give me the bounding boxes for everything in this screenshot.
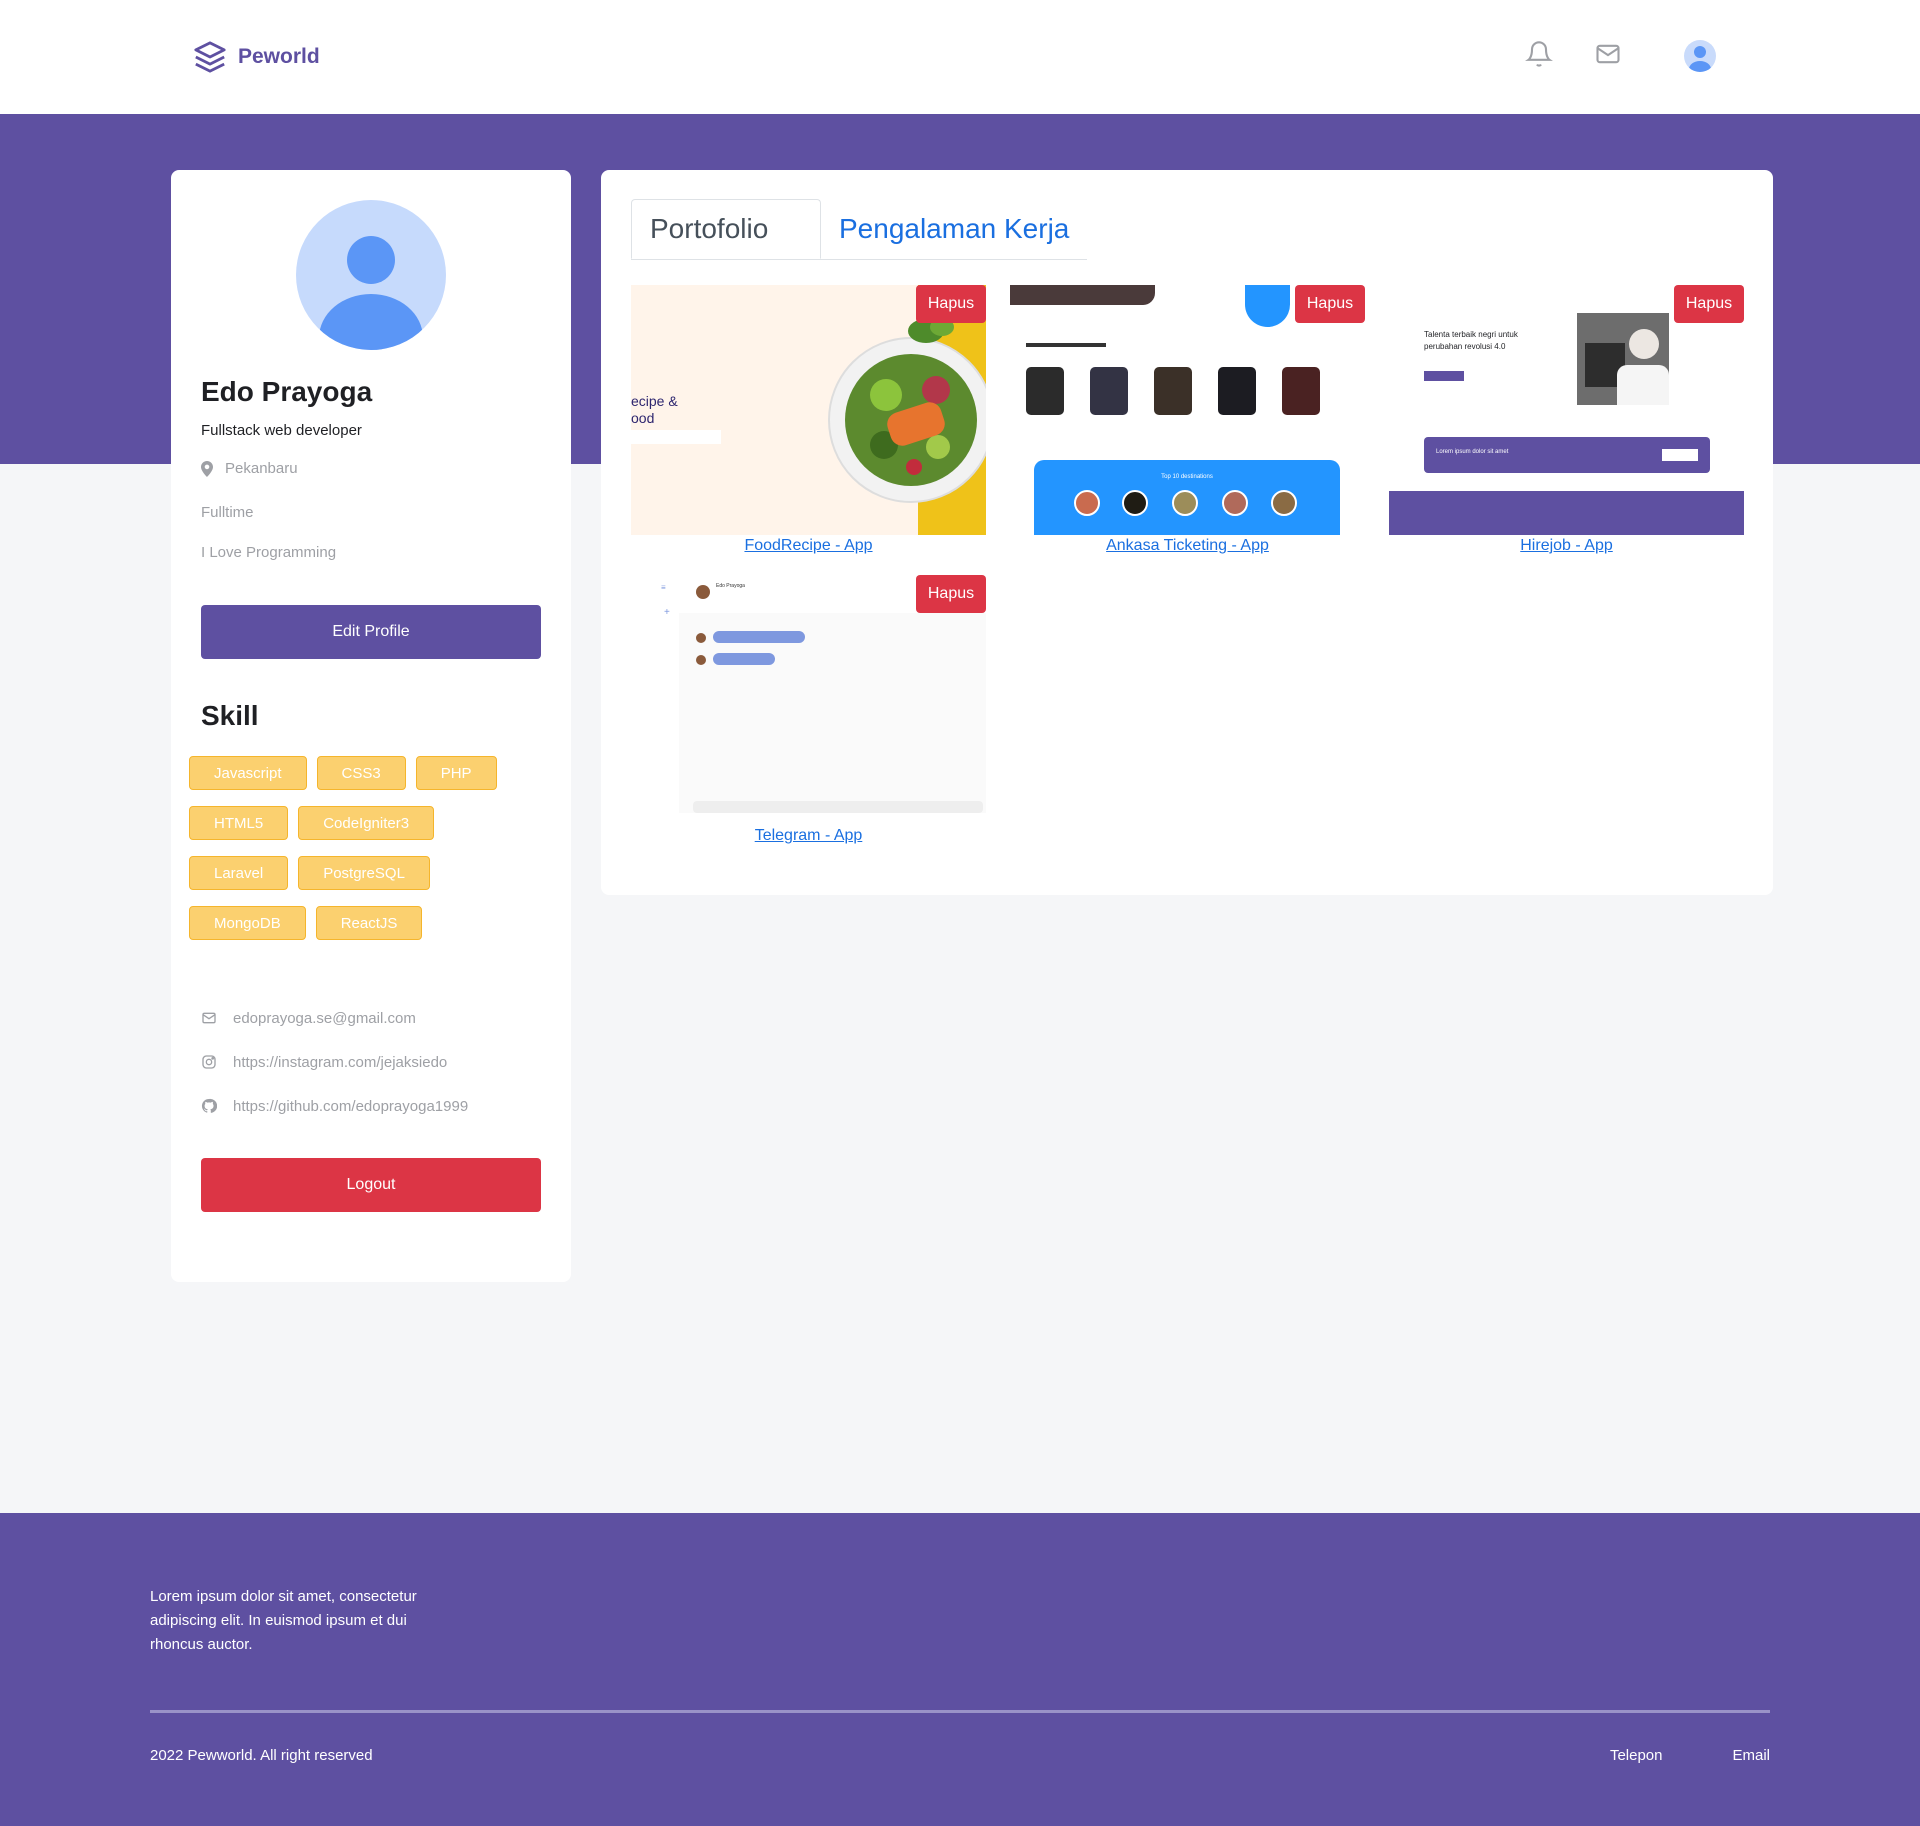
delete-button[interactable]: Hapus: [916, 285, 986, 323]
instagram-icon: [202, 1055, 216, 1069]
thumb-text: Edo Prayoga: [716, 583, 745, 589]
skill-badge: PHP: [415, 756, 497, 790]
portfolio-link[interactable]: Telegram - App: [631, 827, 986, 845]
skill-badge: PostgreSQL: [298, 856, 430, 890]
portfolio-link[interactable]: Hirejob - App: [1389, 537, 1744, 555]
profile-location: Pekanbaru: [201, 460, 298, 477]
salad-plate-image: [828, 337, 986, 503]
footer-link-telepon[interactable]: Telepon: [1610, 1747, 1663, 1764]
portfolio-thumbnail: Top 10 destinations Hapus: [1010, 285, 1365, 535]
portfolio-thumbnail: Talenta terbaik negri untuk perubahan re…: [1389, 285, 1744, 535]
brand-name: Peworld: [238, 45, 320, 68]
tab-bar: Portofolio Pengalaman Kerja: [631, 199, 1088, 260]
profile-bio: I Love Programming: [201, 544, 337, 561]
email-text: edoprayoga.se@gmail.com: [233, 1009, 416, 1027]
thumb-text: Top 10 destinations: [1161, 474, 1213, 480]
user-icon: [319, 236, 423, 350]
delete-button[interactable]: Hapus: [1674, 285, 1744, 323]
instagram-text: https://instagram.com/jejaksiedo: [233, 1053, 448, 1071]
footer-link-email[interactable]: Email: [1732, 1747, 1770, 1764]
profile-card: Edo Prayoga Fullstack web developer Peka…: [171, 170, 571, 1282]
thumb-text: Talenta terbaik negri untuk perubahan re…: [1424, 330, 1518, 351]
skill-badge: Javascript: [189, 756, 307, 790]
footer-copyright: 2022 Pewworld. All right reserved: [150, 1747, 373, 1764]
skill-badge: ReactJS: [315, 906, 423, 940]
portfolio-item: ecipe & ood Hapus FoodRecipe - App: [631, 285, 986, 555]
portfolio-item: Talenta terbaik negri untuk perubahan re…: [1389, 285, 1744, 555]
footer-links: Telepon Email: [1610, 1747, 1770, 1764]
portfolio-item: Top 10 destinations Hapus Ankasa Ticketi…: [1010, 285, 1365, 555]
skill-badge: Laravel: [189, 856, 289, 890]
portfolio-thumbnail: Edo Prayoga ≡ + Hapus: [631, 575, 986, 825]
tab-portofolio[interactable]: Portofolio: [631, 199, 821, 259]
footer: Lorem ipsum dolor sit amet, consectetur …: [0, 1513, 1920, 1826]
mail-icon[interactable]: [1594, 40, 1622, 68]
profile-job-type: Fulltime: [201, 504, 254, 521]
contact-instagram[interactable]: https://instagram.com/jejaksiedo: [201, 1052, 468, 1072]
location-text: Pekanbaru: [225, 460, 298, 477]
portfolio-item: Edo Prayoga ≡ + Hapus Telegram - App: [631, 575, 986, 845]
portfolio-link[interactable]: Ankasa Ticketing - App: [1010, 537, 1365, 555]
skill-badge: MongoDB: [189, 906, 306, 940]
user-avatar[interactable]: [1684, 40, 1716, 72]
skill-badge: CodeIgniter3: [298, 806, 435, 840]
delete-button[interactable]: Hapus: [916, 575, 986, 613]
brand-logo[interactable]: Peworld: [192, 40, 320, 74]
contact-github[interactable]: https://github.com/edoprayoga1999: [201, 1096, 468, 1116]
mail-icon: [202, 1012, 216, 1024]
layers-icon: [194, 41, 226, 73]
github-icon: [201, 1098, 217, 1113]
profile-name: Edo Prayoga: [201, 376, 373, 407]
thumb-banner-text: Lorem ipsum dolor sit amet: [1436, 449, 1509, 455]
footer-divider: [150, 1710, 1770, 1713]
portfolio-panel: Portofolio Pengalaman Kerja ecipe & ood: [601, 170, 1773, 895]
map-pin-icon: [201, 460, 213, 477]
portfolio-thumbnail: ecipe & ood Hapus: [631, 285, 986, 535]
skill-title: Skill: [201, 700, 259, 731]
contact-email[interactable]: edoprayoga.se@gmail.com: [201, 1008, 468, 1028]
footer-description: Lorem ipsum dolor sit amet, consectetur …: [150, 1588, 417, 1653]
skill-list: Javascript CSS3 PHP HTML5 CodeIgniter3 L…: [189, 756, 559, 956]
profile-role: Fullstack web developer: [201, 422, 362, 439]
user-icon: [1689, 46, 1711, 72]
portfolio-link[interactable]: FoodRecipe - App: [631, 537, 986, 555]
navbar: Peworld: [0, 0, 1920, 114]
skill-badge: CSS3: [316, 756, 406, 790]
logout-button[interactable]: Logout: [201, 1158, 541, 1212]
edit-profile-button[interactable]: Edit Profile: [201, 605, 541, 659]
tab-pengalaman-kerja[interactable]: Pengalaman Kerja: [821, 199, 1087, 259]
bell-icon[interactable]: [1525, 40, 1553, 68]
skill-badge: HTML5: [189, 806, 289, 840]
contact-list: edoprayoga.se@gmail.com https://instagra…: [201, 1008, 468, 1140]
github-text: https://github.com/edoprayoga1999: [233, 1097, 469, 1115]
delete-button[interactable]: Hapus: [1295, 285, 1365, 323]
profile-avatar: [296, 200, 446, 350]
thumb-text: ecipe & ood: [631, 393, 678, 426]
